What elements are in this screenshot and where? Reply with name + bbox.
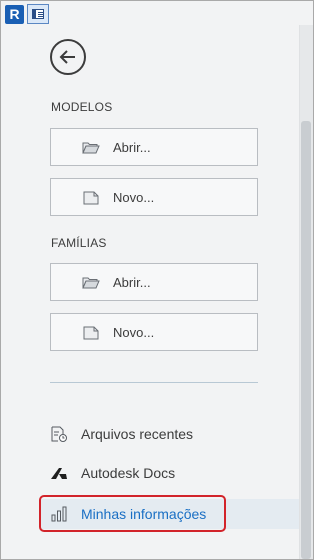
open-family-label: Abrir... xyxy=(113,275,151,290)
open-model-label: Abrir... xyxy=(113,140,151,155)
autodesk-docs-icon xyxy=(51,468,67,479)
scrollbar-thumb[interactable] xyxy=(301,121,311,559)
recent-files-label: Arquivos recentes xyxy=(81,426,194,442)
new-file-icon xyxy=(83,191,99,205)
panel-toggle-button[interactable] xyxy=(27,4,49,24)
revit-logo-icon[interactable]: R xyxy=(5,5,24,24)
new-model-label: Novo... xyxy=(113,190,155,205)
folder-open-icon xyxy=(82,277,100,289)
models-section-title: MODELOS xyxy=(51,100,113,114)
recent-files-icon xyxy=(51,426,67,442)
new-family-label: Novo... xyxy=(113,325,155,340)
section-divider xyxy=(50,382,258,383)
back-arrow-icon xyxy=(59,50,75,64)
families-section-title: FAMÍLIAS xyxy=(51,236,107,250)
nav-item-autodesk-docs[interactable]: Autodesk Docs xyxy=(41,458,299,488)
open-model-button[interactable]: Abrir... xyxy=(50,128,258,166)
folder-open-icon xyxy=(82,142,100,154)
new-file-icon xyxy=(83,326,99,340)
my-info-highlight xyxy=(39,495,226,532)
title-bar: R xyxy=(1,1,61,25)
nav-item-recent-files[interactable]: Arquivos recentes xyxy=(41,419,299,449)
open-family-button[interactable]: Abrir... xyxy=(50,263,258,301)
autodesk-docs-label: Autodesk Docs xyxy=(81,465,176,481)
home-panel: R MODELOS Abrir... Novo... FAMÍLIAS Abri… xyxy=(0,0,314,560)
new-family-button[interactable]: Novo... xyxy=(50,313,258,351)
back-button[interactable] xyxy=(50,39,86,75)
new-model-button[interactable]: Novo... xyxy=(50,178,258,216)
